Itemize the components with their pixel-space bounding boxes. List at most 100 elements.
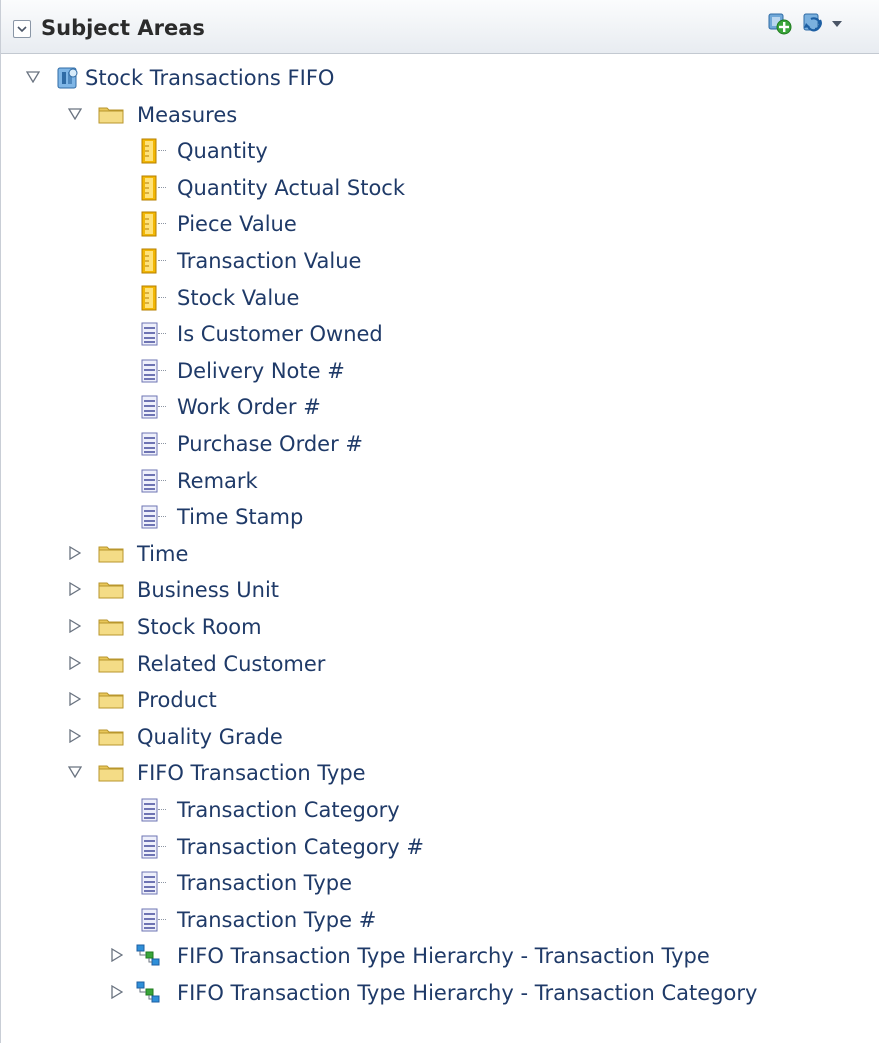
tree-connector <box>158 296 166 298</box>
tree-connector <box>158 443 166 444</box>
attribute-column-icon <box>139 870 165 896</box>
tree-connector <box>158 809 166 810</box>
tree-attribute-item[interactable]: Remark <box>1 462 879 498</box>
attribute-column-icon <box>139 797 165 823</box>
tree-item-label: Work Order # <box>177 395 321 420</box>
tree-connector <box>158 260 166 261</box>
tree-item-label: Remark <box>177 468 258 493</box>
attribute-column-icon <box>139 358 165 384</box>
expanded-triangle-icon[interactable] <box>67 764 83 780</box>
tree-item-label: Quantity Actual Stock <box>177 175 406 200</box>
folder-icon <box>97 651 124 677</box>
tree-folder[interactable]: Product <box>1 681 879 717</box>
hierarchy-icon <box>135 980 161 1006</box>
tree-connector <box>158 918 166 920</box>
tree-item-label: FIFO Transaction Type Hierarchy - Transa… <box>177 944 710 969</box>
tree-item-label: Piece Value <box>177 212 297 237</box>
attribute-column-icon <box>139 907 165 933</box>
tree-measure-item[interactable]: Stock Value <box>1 279 879 315</box>
tree-measure-item[interactable]: Transaction Value <box>1 242 879 278</box>
collapsed-triangle-icon[interactable] <box>109 984 125 1000</box>
tree-attribute-item[interactable]: Transaction Type <box>1 864 879 900</box>
tree-item-label: Delivery Note # <box>177 358 345 383</box>
tree-item-label: Transaction Category # <box>177 834 425 859</box>
tree-attribute-item[interactable]: Transaction Category # <box>1 828 879 864</box>
tree-item-label: Time Stamp <box>177 505 304 530</box>
tree-item-label: Is Customer Owned <box>177 322 383 347</box>
collapsed-triangle-icon[interactable] <box>109 947 125 963</box>
subject-area-cube-icon <box>55 65 81 91</box>
tree-measure-item[interactable]: Quantity <box>1 132 879 168</box>
tree-folder[interactable]: Related Customer <box>1 645 879 681</box>
tree-folder-fifo-transaction-type[interactable]: FIFO Transaction Type <box>1 754 879 790</box>
tree-item-label: Transaction Value <box>177 249 362 273</box>
tree-item-label: Measures <box>137 102 238 127</box>
attribute-column-icon <box>139 468 165 494</box>
folder-icon <box>97 541 124 567</box>
add-subject-area-icon[interactable] <box>765 8 793 38</box>
attribute-column-icon <box>139 504 165 530</box>
collapsed-triangle-icon[interactable] <box>67 691 83 707</box>
expanded-triangle-icon[interactable] <box>67 106 83 122</box>
tree-item-label: Stock Room <box>137 615 262 639</box>
tree-folder[interactable]: Time <box>1 535 879 571</box>
tree-attribute-item[interactable]: Is Customer Owned <box>1 315 879 351</box>
tree-hierarchy-item[interactable]: FIFO Transaction Type Hierarchy - Transa… <box>1 974 879 1010</box>
folder-icon <box>97 760 124 786</box>
tree-attribute-item[interactable]: Work Order # <box>1 388 879 424</box>
measure-column-icon <box>139 138 165 164</box>
tree-measure-item[interactable]: Piece Value <box>1 205 879 241</box>
tree-attribute-item[interactable]: Transaction Category <box>1 791 879 827</box>
caret-down-icon[interactable] <box>831 14 843 34</box>
folder-icon <box>97 577 124 603</box>
tree-item-label: Transaction Category <box>177 798 400 822</box>
tree-hierarchy-item[interactable]: FIFO Transaction Type Hierarchy - Transa… <box>1 937 879 973</box>
collapsed-triangle-icon[interactable] <box>67 581 83 597</box>
tree-connector <box>158 223 166 225</box>
collapsed-triangle-icon[interactable] <box>67 545 83 561</box>
tree-attribute-item[interactable]: Purchase Order # <box>1 425 879 461</box>
tree-measure-item[interactable]: Quantity Actual Stock <box>1 169 879 205</box>
tree-connector <box>158 333 166 335</box>
collapsed-triangle-icon[interactable] <box>67 655 83 671</box>
tree-attribute-item[interactable]: Delivery Note # <box>1 352 879 388</box>
tree-item-label: Quantity <box>177 139 268 164</box>
tree-item-label: Transaction Type <box>177 871 353 896</box>
tree-item-label: Stock Value <box>177 285 300 310</box>
folder-icon <box>97 687 124 713</box>
refresh-icon[interactable] <box>799 8 827 38</box>
tree-item-label: Related Customer <box>137 651 326 676</box>
panel-header: Subject Areas <box>1 0 879 54</box>
tree-attribute-item[interactable]: Time Stamp <box>1 498 879 534</box>
tree-connector <box>158 845 166 847</box>
panel-title: Subject Areas <box>41 16 205 40</box>
tree-folder[interactable]: Stock Room <box>1 608 879 644</box>
tree-attribute-item[interactable]: Transaction Type # <box>1 901 879 937</box>
chevron-down-icon[interactable] <box>13 20 31 38</box>
tree-connector <box>158 479 166 481</box>
tree-item-label: Product <box>137 688 217 713</box>
folder-icon <box>97 614 124 640</box>
tree-root-subject-area[interactable]: Stock Transactions FIFO <box>1 59 879 95</box>
expanded-triangle-icon[interactable] <box>25 69 41 85</box>
tree-item-label: FIFO Transaction Type <box>137 761 366 786</box>
measure-column-icon <box>139 211 165 237</box>
tree-connector <box>158 186 166 188</box>
attribute-column-icon <box>139 321 165 347</box>
tree-folder[interactable]: Quality Grade <box>1 718 879 754</box>
tree-item-label: Transaction Type # <box>177 907 377 932</box>
collapsed-triangle-icon[interactable] <box>67 618 83 634</box>
hierarchy-icon <box>135 943 161 969</box>
folder-icon <box>97 724 124 750</box>
measure-column-icon <box>139 248 165 274</box>
tree-item-label: Time <box>137 541 189 566</box>
tree-item-label: Business Unit <box>137 578 280 603</box>
tree-folder-measures[interactable]: Measures <box>1 96 879 132</box>
folder-icon <box>97 102 124 128</box>
tree-connector <box>158 882 166 884</box>
tree-folder[interactable]: Business Unit <box>1 571 879 607</box>
attribute-column-icon <box>139 394 165 420</box>
tree-connector <box>158 406 166 408</box>
collapsed-triangle-icon[interactable] <box>67 728 83 744</box>
attribute-column-icon <box>139 431 165 457</box>
